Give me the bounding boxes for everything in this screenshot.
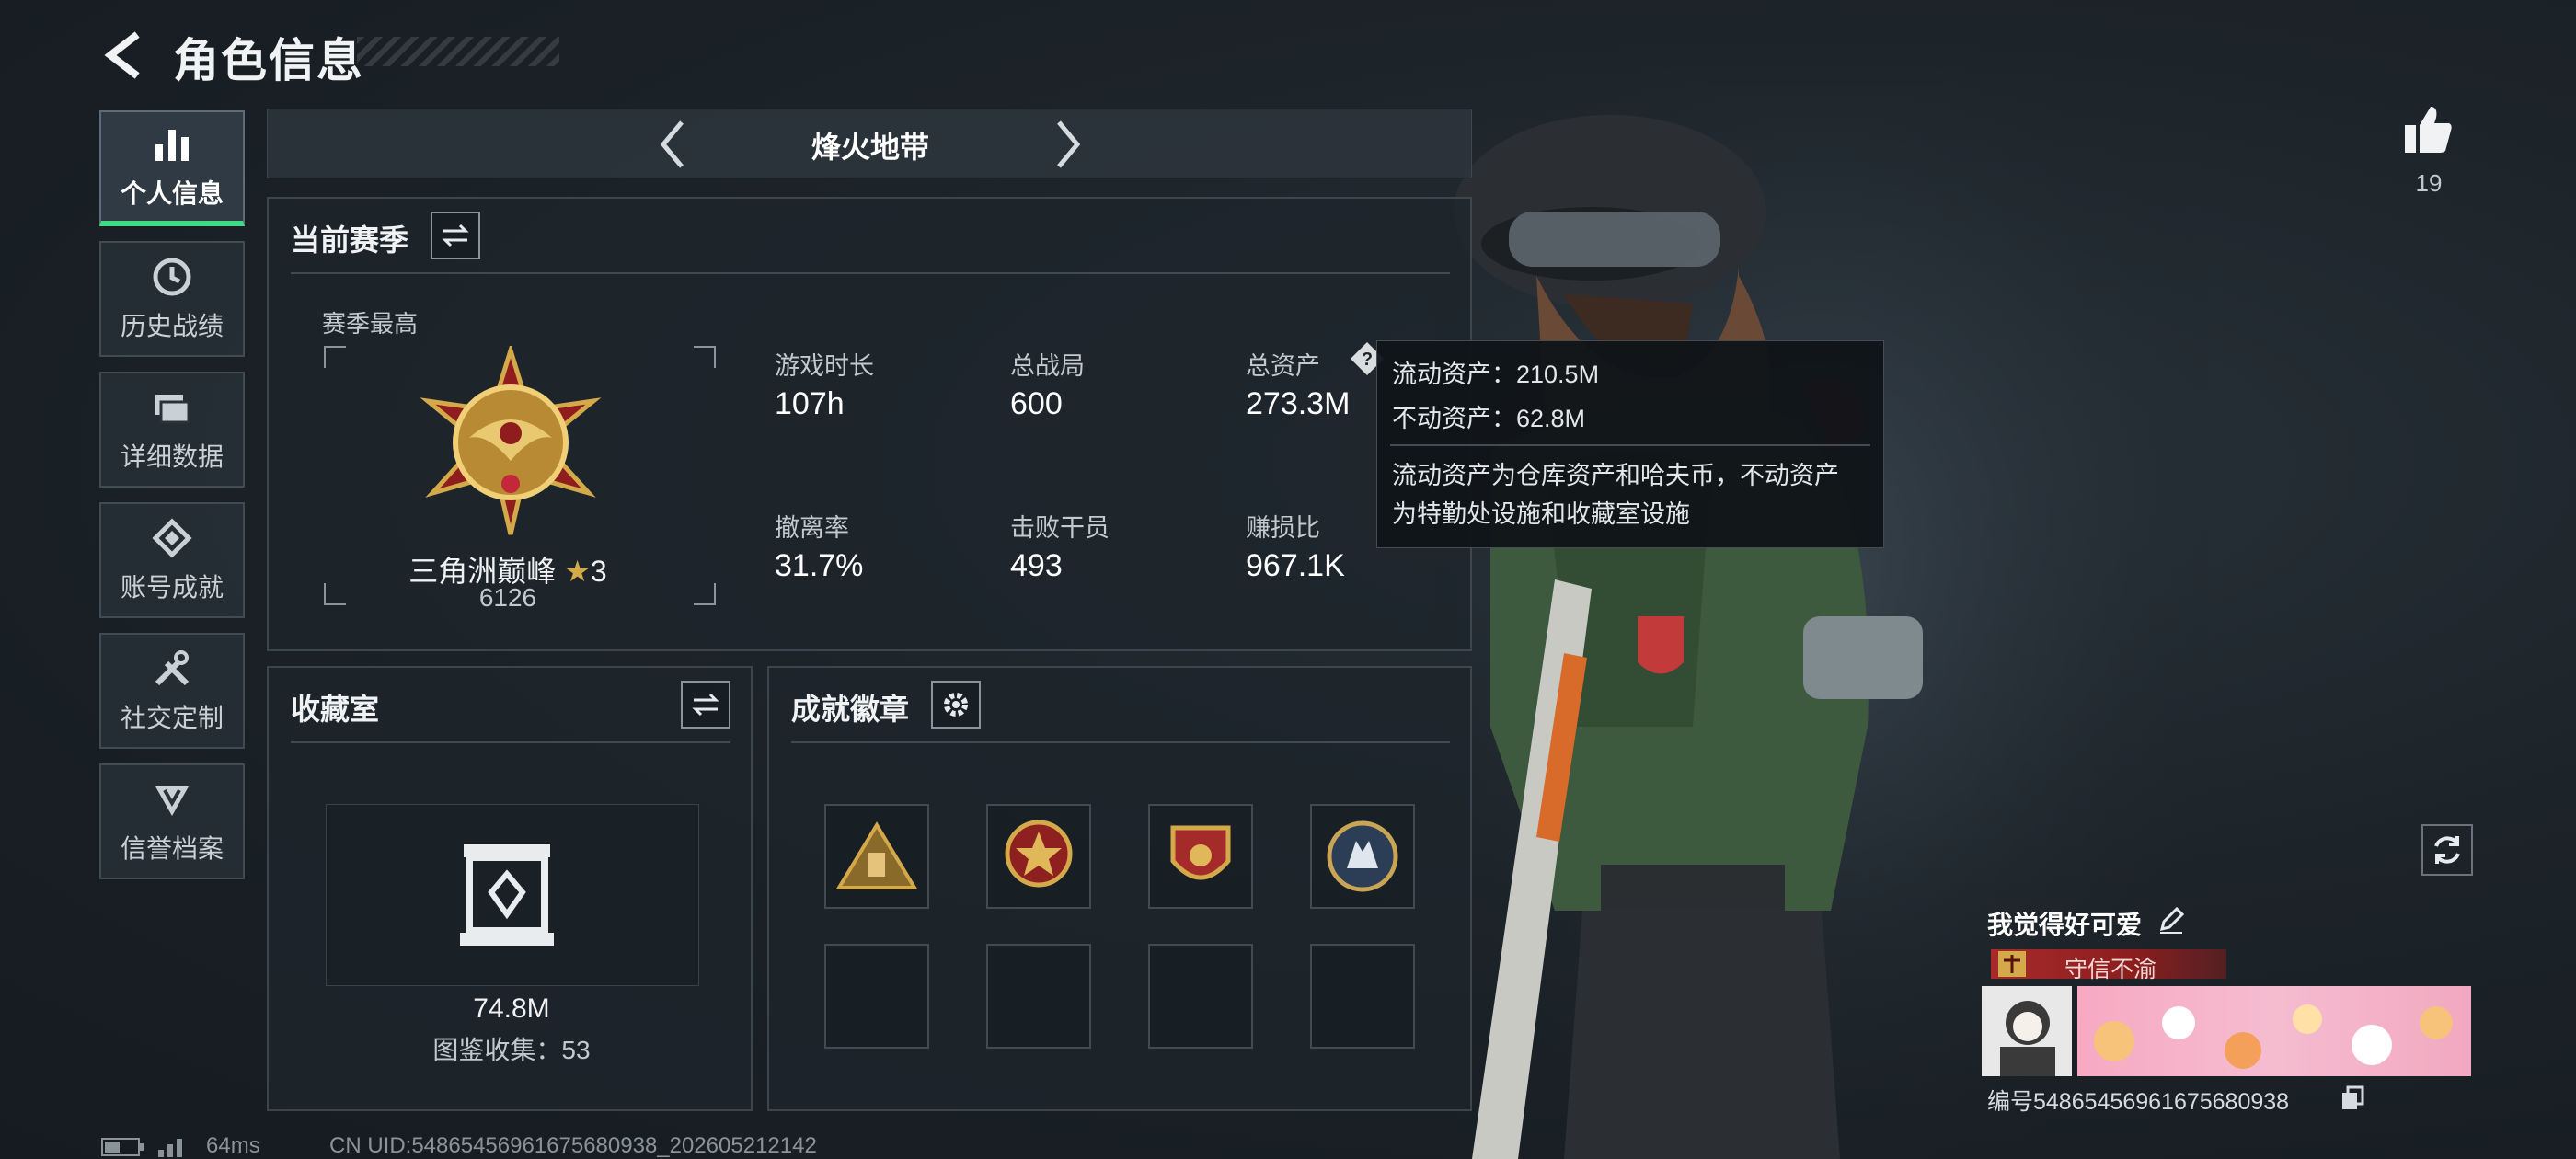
- nav-item-detailed-data[interactable]: 详细数据: [99, 372, 245, 488]
- season-best-label: 赛季最高: [322, 310, 419, 338]
- tooltip-description-line1: 流动资产为仓库资产和哈夫币，不动资产: [1392, 462, 1839, 489]
- back-arrow-icon[interactable]: [99, 28, 155, 83]
- profile-banner: [2077, 986, 2471, 1076]
- nav-label: 历史战绩: [120, 312, 224, 340]
- nav-item-account-achievement[interactable]: 账号成就: [99, 502, 245, 618]
- nav-label: 账号成就: [120, 573, 224, 602]
- swap-arrows-icon: [442, 224, 469, 247]
- divider: [791, 741, 1450, 743]
- star-shield-badge-icon: [1005, 820, 1073, 888]
- mode-selector: 烽火地带: [267, 109, 1472, 178]
- credit-badge-icon: [155, 786, 189, 816]
- badge-slot[interactable]: [824, 804, 929, 909]
- stat-value: 967.1K: [1246, 548, 1345, 583]
- empty-badge-slot[interactable]: [986, 944, 1091, 1049]
- frame-corner: [694, 346, 716, 368]
- season-switch-button[interactable]: [431, 212, 480, 259]
- history-clock-icon: [153, 258, 191, 296]
- stat-value: 273.3M: [1246, 386, 1351, 421]
- collection-switch-button[interactable]: [681, 681, 730, 729]
- folders-icon: [155, 395, 190, 424]
- asset-tooltip: 流动资产：210.5M 不动资产：62.8M 流动资产为仓库资产和哈夫币，不动资…: [1376, 340, 1884, 548]
- tooltip-liquid-assets: 流动资产：210.5M: [1392, 361, 1600, 388]
- edit-pencil-icon[interactable]: [2156, 905, 2186, 935]
- wolf-badge-icon: [1327, 820, 1398, 892]
- badge-slot[interactable]: [986, 804, 1091, 909]
- svg-text:?: ?: [1362, 350, 1373, 370]
- nav-label: 社交定制: [120, 704, 224, 732]
- nav-item-personal-info[interactable]: 个人信息: [99, 110, 245, 226]
- empty-badge-slot[interactable]: [1148, 944, 1253, 1049]
- stat-label: 撤离率: [775, 514, 849, 542]
- nav-label: 详细数据: [120, 442, 224, 471]
- swap-arrows-icon: [692, 693, 719, 717]
- pyramid-badge-icon: [835, 821, 918, 889]
- reputation-scale-icon: [1998, 951, 2026, 977]
- catalog-count: 图鉴收集：53: [432, 1036, 591, 1064]
- badge-slot[interactable]: [1148, 804, 1253, 909]
- bar-chart-icon: [155, 130, 189, 161]
- reputation-title: 守信不渝: [2064, 957, 2157, 982]
- thumbs-up-icon[interactable]: [2401, 103, 2455, 156]
- stat-label: 总资产: [1246, 352, 1320, 380]
- stat-value: 31.7%: [775, 548, 864, 583]
- title-decoration: [357, 37, 559, 66]
- nav-item-credit-record[interactable]: 信誉档案: [99, 763, 245, 879]
- tooltip-description-line2: 为特勤处设施和收藏室设施: [1392, 500, 1690, 528]
- chevron-right-icon[interactable]: [1050, 117, 1087, 172]
- nav-item-social-customize[interactable]: 社交定制: [99, 633, 245, 749]
- gear-icon: [944, 693, 968, 717]
- player-id: 编号5486545696167568093​8: [1987, 1089, 2290, 1115]
- refresh-icon: [2434, 836, 2460, 864]
- stat-label: 总战局: [1010, 352, 1085, 380]
- nav-item-history[interactable]: 历史战绩: [99, 241, 245, 357]
- refresh-button[interactable]: [2421, 824, 2473, 876]
- badge-slot[interactable]: [1310, 804, 1415, 909]
- divider: [291, 272, 1450, 274]
- achievement-badges-panel: 成就徽章: [767, 666, 1472, 1111]
- divider: [291, 741, 730, 743]
- collection-value: 74.8M: [473, 993, 550, 1024]
- player-nickname: 我觉得好可爱: [1987, 911, 2143, 939]
- stat-label: 游戏时长: [775, 352, 874, 380]
- likes-count: 19: [2415, 169, 2443, 197]
- cat-pattern-decoration: [2094, 1004, 2453, 1069]
- badges-settings-button[interactable]: [931, 681, 981, 729]
- badges-title: 成就徽章: [791, 693, 910, 726]
- battery-icon: [101, 1138, 144, 1156]
- avatar[interactable]: [1982, 986, 2072, 1076]
- frame-corner: [324, 346, 346, 368]
- empty-badge-slot[interactable]: [1310, 944, 1415, 1049]
- rank-points: 6126: [478, 583, 537, 612]
- tooltip-fixed-assets: 不动资产：62.8M: [1392, 405, 1586, 432]
- nav-label: 信誉档案: [120, 834, 224, 863]
- season-title: 当前赛季: [291, 224, 409, 257]
- nav-label: 个人信息: [120, 179, 224, 208]
- stat-value: 493: [1010, 548, 1063, 583]
- stat-label: 赚损比: [1246, 514, 1320, 542]
- stat-label: 击败干员: [1010, 514, 1110, 542]
- divider: [1390, 444, 1870, 446]
- copy-icon[interactable]: [2340, 1085, 2364, 1111]
- uid-text: CN UID:54865456961675680938_202605212142: [329, 1133, 817, 1158]
- empty-badge-slot[interactable]: [824, 944, 929, 1049]
- mode-title: 烽火地带: [811, 131, 929, 164]
- signal-icon: [158, 1139, 182, 1157]
- current-season-panel: 当前赛季 赛季最高 三角洲巅峰 ★3 6126 游戏时长 107h 总战局 60…: [267, 197, 1472, 651]
- collection-room-panel[interactable]: 收藏室 74.8M 图鉴收集：53: [267, 666, 753, 1111]
- rank-emblem-icon: [420, 346, 602, 535]
- crest-badge-icon: [1170, 825, 1231, 880]
- ping-value: 64ms: [206, 1133, 260, 1158]
- avatar-portrait-icon: [2000, 1001, 2055, 1076]
- page-title: 角色信息: [173, 35, 364, 86]
- stat-value: 600: [1010, 386, 1063, 421]
- collection-title: 收藏室: [291, 693, 380, 726]
- stat-value: 107h: [775, 386, 845, 421]
- tools-icon: [155, 650, 190, 686]
- achievement-diamond-icon: [152, 518, 192, 558]
- display-case-icon: [460, 844, 554, 946]
- reputation-bar: 守信不渝: [1991, 949, 2226, 982]
